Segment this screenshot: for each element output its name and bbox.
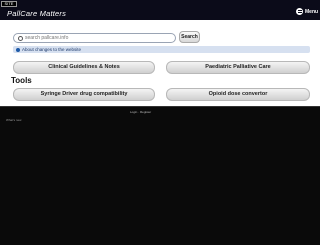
site-badge: SITE: [1, 1, 17, 7]
search-input[interactable]: [25, 35, 165, 41]
clinical-guidelines-button[interactable]: Clinical Guidelines & Notes: [13, 61, 155, 74]
menu-label: Menu: [305, 8, 319, 15]
opioid-convertor-button[interactable]: Opioid dose convertor: [166, 88, 310, 101]
syringe-driver-button[interactable]: Syringe Driver drug compatibility: [13, 88, 155, 101]
footer: Login · Register What's new: [0, 106, 320, 245]
chevron-down-icon: [16, 47, 20, 52]
changes-disclosure[interactable]: About changes to the website: [13, 46, 310, 53]
footer-whats-new-link[interactable]: What's new: [6, 118, 21, 122]
menu-button[interactable]: Menu: [296, 8, 318, 15]
search-icon: [18, 35, 23, 41]
footer-login-links[interactable]: Login · Register: [130, 110, 151, 114]
site-title[interactable]: PallCare Matters: [7, 9, 66, 18]
menu-icon: [296, 8, 303, 15]
app-header: SITE PallCare Matters Menu: [0, 0, 320, 20]
changes-label: About changes to the website: [22, 47, 82, 52]
tools-heading: Tools: [11, 76, 32, 85]
search-button[interactable]: Search: [179, 31, 200, 43]
footer-divider: [0, 106, 320, 107]
search-field[interactable]: [13, 33, 176, 43]
paediatric-care-button[interactable]: Paediatric Palliative Care: [166, 61, 310, 74]
